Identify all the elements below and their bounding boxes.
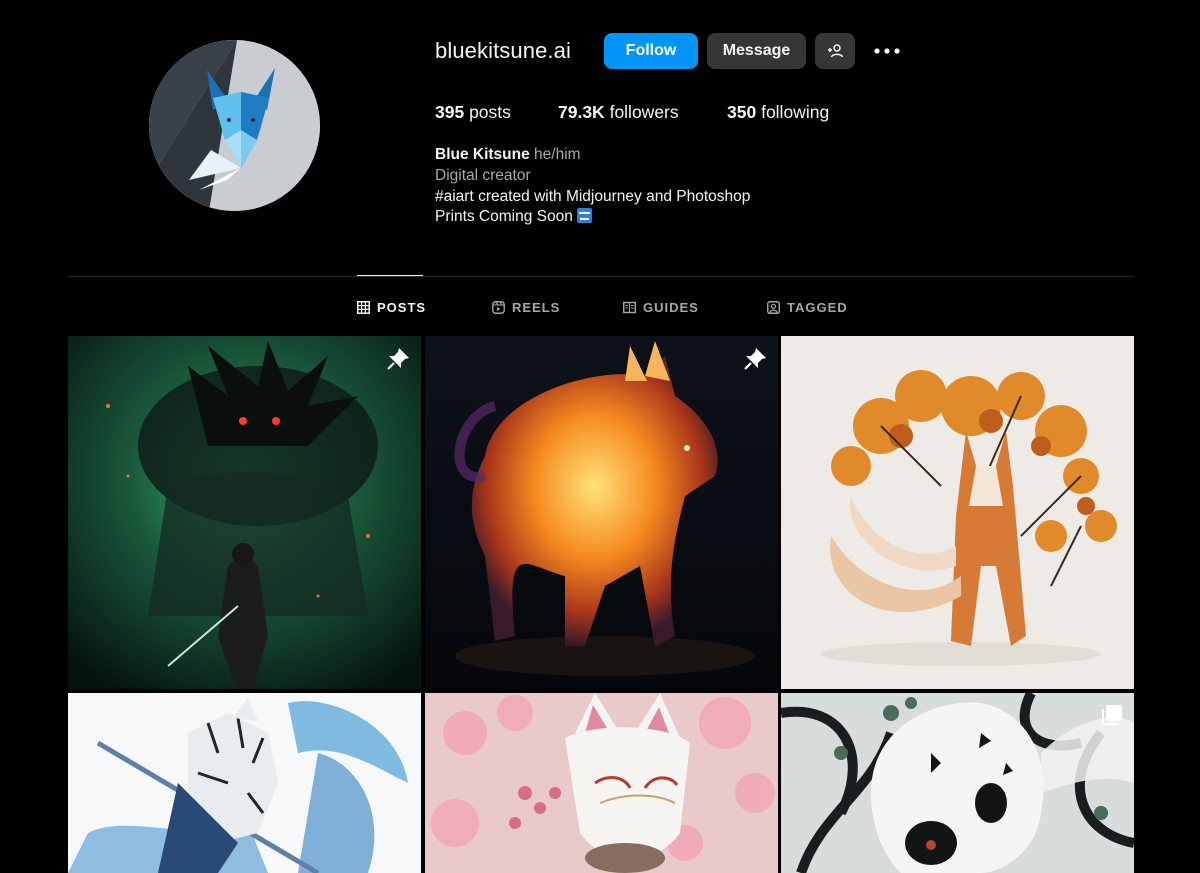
bio-line-2-row: Prints Coming Soon [435, 207, 750, 228]
posts-label: posts [469, 102, 511, 122]
profile-username: bluekitsune.ai [435, 38, 571, 63]
tab-posts[interactable]: POSTS [357, 298, 426, 316]
followers-stat[interactable]: 79.3K followers [558, 102, 679, 123]
post-tile-5[interactable] [425, 693, 778, 873]
post-tile-4[interactable] [68, 693, 421, 873]
tab-guides-label: GUIDES [643, 299, 699, 315]
posts-stat: 395 posts [435, 102, 511, 123]
post-image-fire-wolf [425, 336, 778, 689]
tab-guides[interactable]: GUIDES [623, 298, 699, 316]
posts-count: 395 [435, 102, 465, 122]
tab-posts-label: POSTS [377, 299, 427, 315]
tagged-icon [767, 300, 780, 314]
guides-icon [623, 301, 636, 313]
tabs-divider [68, 276, 1134, 277]
more-horizontal-icon [874, 48, 900, 54]
reels-icon [492, 300, 505, 314]
profile-pronouns: he/him [534, 146, 581, 163]
followers-count: 79.3K [558, 102, 605, 122]
post-tile-3[interactable] [781, 336, 1134, 689]
more-options-button[interactable] [872, 38, 902, 64]
pinned-post-icon [744, 348, 766, 370]
tab-tagged-label: TAGGED [787, 299, 848, 315]
bio-line-2: Prints Coming Soon [435, 208, 573, 226]
suggest-accounts-button[interactable] [815, 33, 855, 69]
geometric-fox-logo-icon [149, 40, 320, 211]
post-image-white-skull [781, 693, 1134, 873]
following-count: 350 [727, 102, 757, 122]
follow-button[interactable]: Follow [604, 33, 698, 69]
pinned-post-icon [387, 348, 409, 370]
post-image-white-tiger [68, 693, 421, 873]
profile-category: Digital creator [435, 166, 531, 184]
following-label: following [761, 102, 830, 122]
tab-reels[interactable]: REELS [492, 298, 560, 316]
grid-icon [357, 300, 370, 314]
tab-tagged[interactable]: TAGGED [767, 298, 848, 316]
bio-line-1: #aiart created with Midjourney and Photo… [435, 187, 751, 205]
multiple-images-icon [1102, 705, 1122, 725]
followers-label: followers [609, 102, 679, 122]
post-tile-6[interactable] [781, 693, 1134, 873]
message-button[interactable]: Message [707, 33, 806, 69]
tab-reels-label: REELS [512, 299, 561, 315]
profile-display-name: Blue Kitsune [435, 146, 530, 163]
active-tab-indicator [357, 275, 423, 276]
post-tile-1[interactable] [68, 336, 421, 689]
post-image-kitsune-mask [425, 693, 778, 873]
person-add-icon [828, 44, 843, 58]
soon-arrow-emoji-icon [576, 208, 592, 224]
post-image-dark-warrior [68, 336, 421, 689]
post-tile-2[interactable] [425, 336, 778, 689]
profile-bio: Blue Kitsune he/him Digital creator #aia… [435, 145, 750, 228]
post-image-autumn-fox [781, 336, 1134, 689]
following-stat[interactable]: 350 following [727, 102, 829, 123]
profile-avatar[interactable] [149, 40, 320, 211]
